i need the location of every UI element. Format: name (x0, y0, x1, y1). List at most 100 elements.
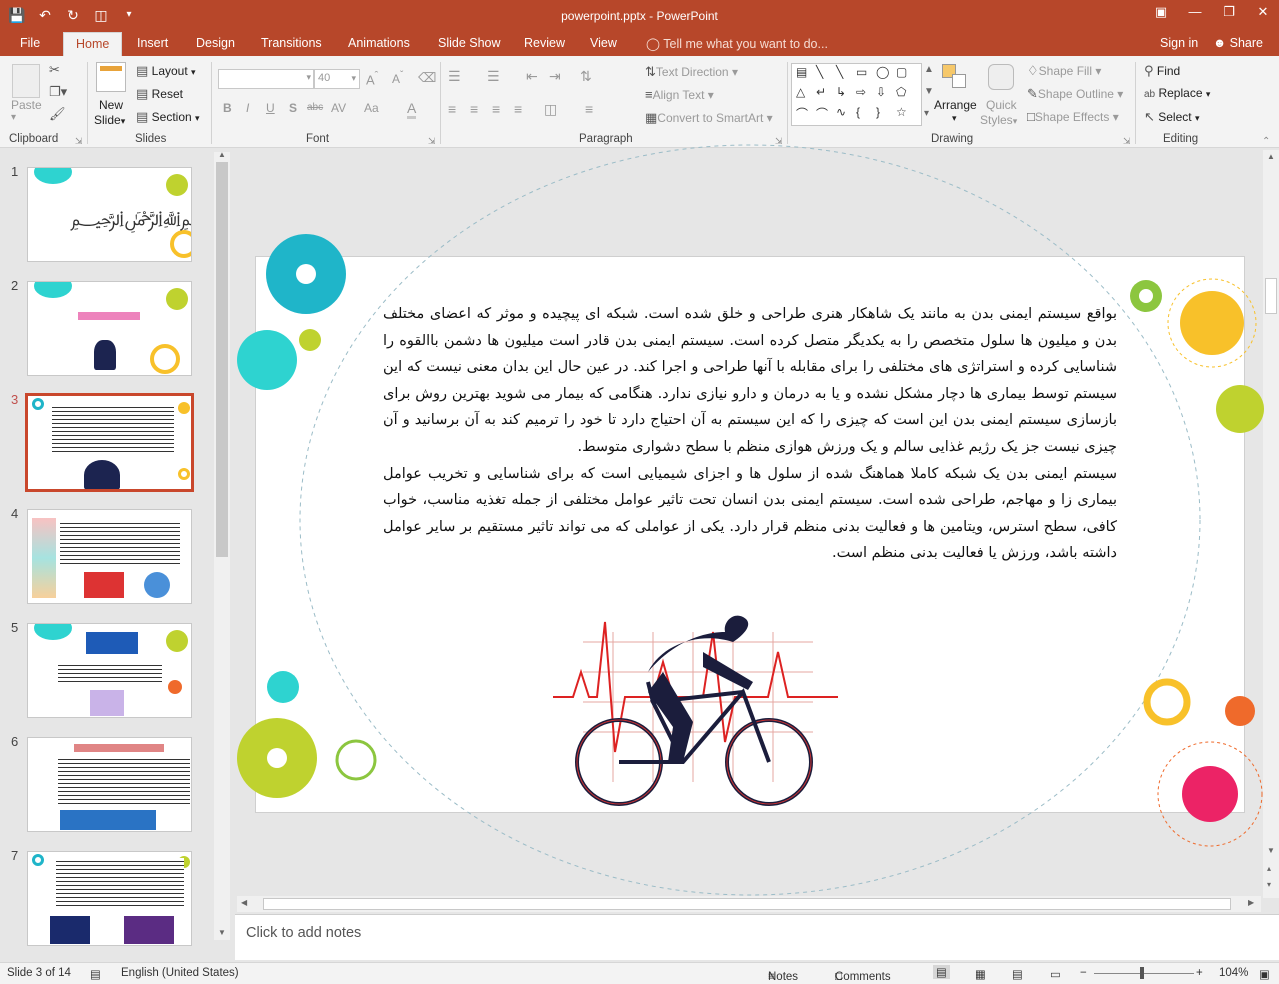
arrow-right-shape-icon[interactable]: ⇨ (856, 85, 866, 99)
clear-formatting-icon[interactable]: ⌫ (418, 70, 436, 86)
shrink-font-icon[interactable]: Aˇ (392, 70, 403, 86)
sign-in-link[interactable]: Sign in (1160, 36, 1198, 50)
font-size-input[interactable]: 40 ▾ (314, 69, 360, 89)
line-shape-icon[interactable]: ╲ (836, 65, 843, 79)
zoom-slider-thumb[interactable] (1140, 967, 1144, 979)
rectangle-shape-icon[interactable]: ▭ (856, 65, 867, 79)
normal-view-icon[interactable]: ▤ (933, 965, 950, 979)
bullets-icon[interactable]: ☰ (448, 68, 461, 85)
shape-effects-button[interactable]: □Shape Effects ▾ (1027, 109, 1119, 124)
zoom-out-icon[interactable]: − (1080, 967, 1087, 979)
tab-insert[interactable]: Insert (137, 36, 168, 50)
line-spacing-icon[interactable]: ⇅ (580, 68, 592, 85)
drawing-launcher-icon[interactable]: ⇲ (1123, 136, 1131, 147)
notes-pane[interactable]: Click to add notes (235, 914, 1279, 960)
textbox-shape-icon[interactable]: ▤ (796, 65, 807, 79)
brace-right-shape-icon[interactable]: } (876, 105, 880, 119)
change-case-button[interactable]: Aa (364, 101, 379, 115)
rounded-rect-shape-icon[interactable]: ▢ (896, 65, 907, 79)
line-shape-icon[interactable]: ╲ (816, 65, 823, 79)
restore-icon[interactable]: ❐ (1219, 4, 1239, 20)
arrange-button[interactable]: Arrange (934, 98, 977, 112)
thumb-scrollbar-thumb[interactable] (216, 162, 228, 557)
find-button[interactable]: ⚲ Find (1144, 63, 1180, 79)
shape-fill-button[interactable]: ♢Shape Fill ▾ (1027, 63, 1101, 79)
slide-thumbnail-2[interactable] (27, 281, 192, 376)
thumb-scrollbar[interactable]: ▲ ▼ (214, 150, 230, 940)
zoom-in-icon[interactable]: + (1196, 967, 1203, 979)
scroll-up-icon[interactable]: ▲ (218, 150, 226, 159)
quick-styles-button-label2[interactable]: Styles▾ (980, 113, 1017, 127)
quick-styles-button[interactable]: Quick (986, 98, 1017, 112)
zoom-level[interactable]: 104% (1219, 967, 1248, 979)
scroll-right-icon[interactable]: ▶ (1248, 898, 1254, 907)
curve-shape-icon[interactable]: ⌒ (796, 105, 808, 122)
pentagon-shape-icon[interactable]: ⬠ (896, 85, 906, 99)
replace-button[interactable]: ab Replace ▾ (1144, 86, 1210, 100)
align-left-icon[interactable]: ≡ (448, 101, 456, 117)
font-color-button[interactable]: A (407, 100, 417, 119)
section-button[interactable]: ▤ Section ▾ (136, 109, 200, 125)
editor-horizontal-scrollbar[interactable]: ◀ ▶ (237, 896, 1261, 912)
oval-shape-icon[interactable]: ◯ (876, 65, 889, 79)
scroll-left-icon[interactable]: ◀ (241, 898, 247, 907)
collapse-ribbon-icon[interactable]: ⌃ (1262, 136, 1270, 147)
new-slide-button[interactable]: New (99, 98, 123, 112)
justify-icon[interactable]: ≡ (514, 101, 522, 117)
font-launcher-icon[interactable]: ⇲ (428, 136, 436, 147)
text-direction-button[interactable]: ⇅Text Direction ▾ (645, 64, 738, 80)
font-name-input[interactable]: ▾ (218, 69, 314, 89)
select-button[interactable]: ↖ Select ▾ (1144, 109, 1199, 125)
arrow-down-shape-icon[interactable]: ⇩ (876, 85, 886, 99)
format-painter-icon[interactable]: 🖌 (49, 106, 66, 122)
scroll-down-icon[interactable]: ▼ (218, 928, 226, 937)
tab-file[interactable]: File (20, 36, 40, 50)
tab-home[interactable]: Home (63, 32, 123, 56)
tab-animations[interactable]: Animations (348, 36, 410, 50)
tell-me-search[interactable]: ◯ Tell me what you want to do... (646, 36, 828, 51)
clipboard-launcher-icon[interactable]: ⇲ (75, 136, 83, 147)
slide-show-icon[interactable]: ▭ (1050, 967, 1061, 981)
underline-button[interactable]: U (266, 101, 275, 115)
bold-button[interactable]: B (223, 101, 232, 115)
language-indicator[interactable]: English (United States) (121, 967, 239, 979)
curve-shape-icon[interactable]: ⌒ (816, 105, 828, 122)
ribbon-display-icon[interactable]: ▣ (1151, 4, 1171, 20)
triangle-shape-icon[interactable]: △ (796, 85, 805, 99)
slide-thumbnail-1[interactable]: ﷽ (27, 167, 192, 262)
slide-thumbnail-6[interactable] (27, 737, 192, 832)
tab-slide-show[interactable]: Slide Show (438, 36, 501, 50)
paragraph-launcher-icon[interactable]: ⇲ (775, 136, 783, 147)
rtl-icon[interactable]: ≡ (585, 101, 593, 117)
zoom-slider[interactable] (1094, 973, 1194, 974)
next-slide-icon[interactable]: ▾ (1267, 880, 1271, 889)
slide-thumbnail-5[interactable] (27, 623, 192, 718)
smartart-button[interactable]: ▦Convert to SmartArt ▾ (645, 110, 773, 126)
editor-vertical-scrollbar[interactable]: ▲ ▼ ▴ ▾ (1263, 150, 1279, 898)
align-text-button[interactable]: ≡Align Text ▾ (645, 87, 714, 102)
slide-sorter-icon[interactable]: ▦ (975, 967, 986, 981)
shadow-button[interactable]: S (289, 101, 297, 115)
strikethrough-button[interactable]: abc (307, 102, 323, 113)
fit-to-window-icon[interactable]: ▣ (1259, 967, 1270, 981)
freeform-shape-icon[interactable]: ∿ (836, 105, 846, 119)
reading-view-icon[interactable]: ▤ (1012, 967, 1023, 981)
copy-icon[interactable]: ❐▾ (49, 84, 67, 100)
new-slide-button-label2[interactable]: Slide▾ (94, 113, 125, 127)
increase-indent-icon[interactable]: ⇥ (549, 68, 561, 85)
gallery-down-icon[interactable]: ▼ (924, 86, 934, 97)
connector-shape-icon[interactable]: ↵ (816, 85, 826, 99)
paste-button[interactable]: Paste (11, 98, 42, 112)
gallery-up-icon[interactable]: ▲ (924, 64, 934, 75)
slide-thumbnail-3[interactable] (25, 393, 194, 492)
italic-button[interactable]: I (246, 101, 249, 115)
align-right-icon[interactable]: ≡ (492, 101, 500, 117)
tab-review[interactable]: Review (524, 36, 565, 50)
char-spacing-button[interactable]: AV (331, 101, 346, 115)
brace-left-shape-icon[interactable]: { (856, 105, 860, 119)
spelling-icon[interactable]: ▤ (90, 967, 101, 981)
tab-design[interactable]: Design (196, 36, 235, 50)
paste-dropdown-icon[interactable]: ▾ (11, 112, 16, 123)
cut-icon[interactable]: ✂ (49, 62, 60, 78)
editor-scroll-thumb[interactable] (1265, 278, 1277, 314)
